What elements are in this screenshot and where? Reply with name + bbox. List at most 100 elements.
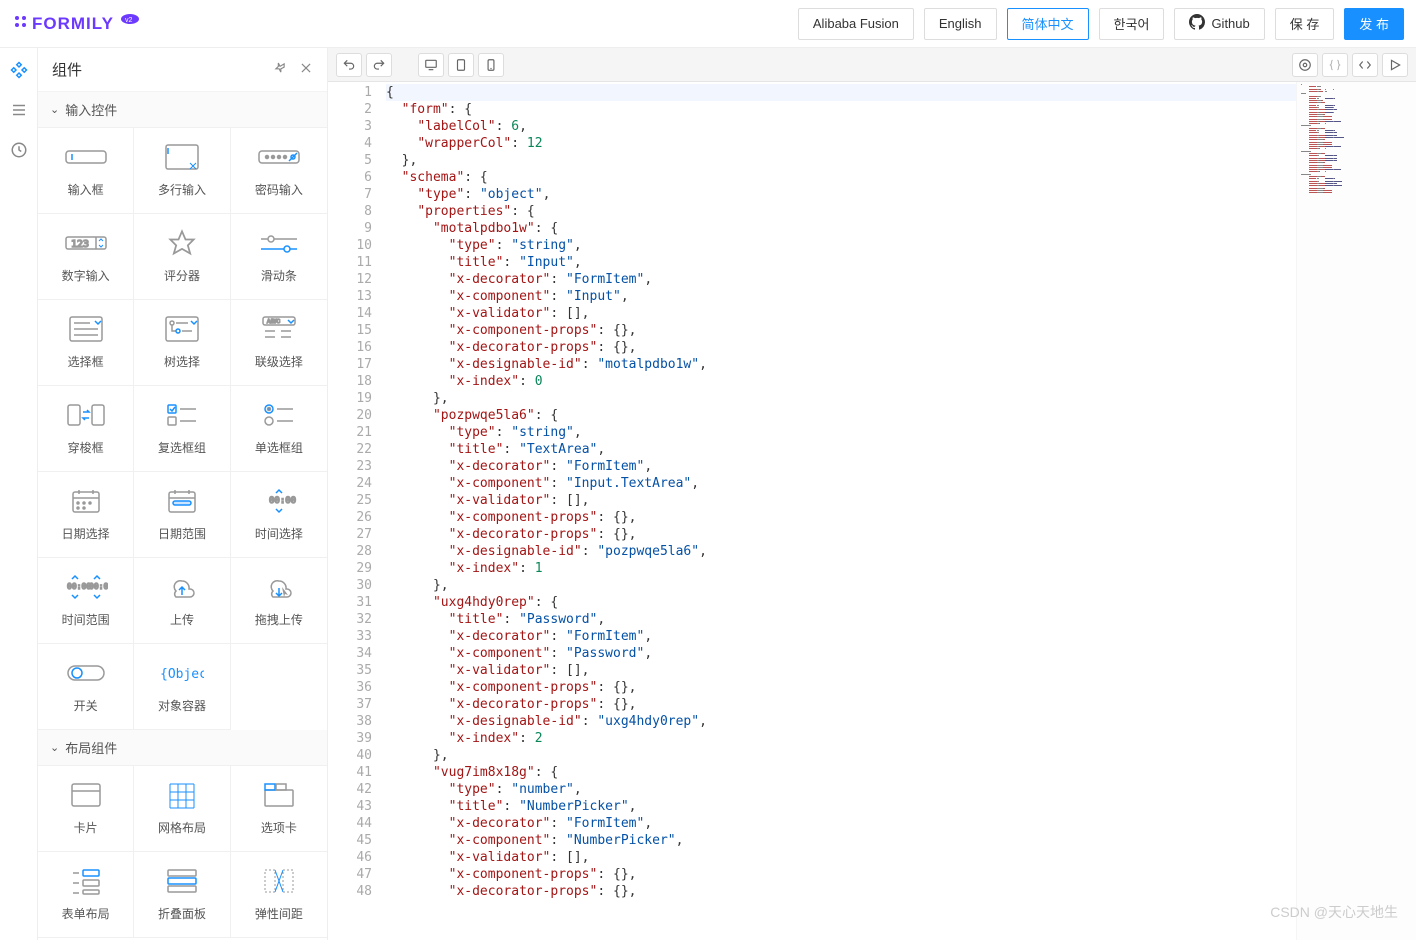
code-line[interactable]: "x-component-props": {}, xyxy=(386,322,1296,339)
code-line[interactable]: "wrapperCol": 12 xyxy=(386,135,1296,152)
component-cascader[interactable]: A/B/C联级选择 xyxy=(231,300,327,386)
code-line[interactable]: "x-designable-id": "pozpwqe5la6", xyxy=(386,543,1296,560)
code-line[interactable]: { xyxy=(386,84,1296,101)
component-date-range[interactable]: 日期范围 xyxy=(134,472,230,558)
component-number[interactable]: 123数字输入 xyxy=(38,214,134,300)
component-password[interactable]: 密码输入 xyxy=(231,128,327,214)
component-input[interactable]: 输入框 xyxy=(38,128,134,214)
rail-history-icon[interactable] xyxy=(9,140,29,160)
fusion-button[interactable]: Alibaba Fusion xyxy=(798,8,914,40)
code-editor[interactable]: 1234567891011121314151617181920212223242… xyxy=(328,82,1416,940)
publish-button[interactable]: 发 布 xyxy=(1344,8,1404,40)
code-content[interactable]: { "form": { "labelCol": 6, "wrapperCol":… xyxy=(386,82,1296,940)
rail-outline-icon[interactable] xyxy=(9,100,29,120)
code-line[interactable]: "pozpwqe5la6": { xyxy=(386,407,1296,424)
rail-components-icon[interactable] xyxy=(9,60,29,80)
code-line[interactable]: }, xyxy=(386,747,1296,764)
github-button[interactable]: Github xyxy=(1174,8,1264,40)
code-line[interactable]: "x-decorator-props": {}, xyxy=(386,526,1296,543)
pin-icon[interactable] xyxy=(273,61,287,79)
component-card[interactable]: 卡片 xyxy=(38,766,134,852)
component-radio-group[interactable]: 单选框组 xyxy=(231,386,327,472)
redo-button[interactable] xyxy=(366,53,392,77)
code-line[interactable]: }, xyxy=(386,577,1296,594)
lang-korean-button[interactable]: 한국어 xyxy=(1099,8,1165,40)
code-line[interactable]: }, xyxy=(386,390,1296,407)
logo[interactable]: FORMILY v2 xyxy=(12,11,142,37)
code-line[interactable]: "x-component": "Password", xyxy=(386,645,1296,662)
code-line[interactable]: "x-component": "NumberPicker", xyxy=(386,832,1296,849)
code-line[interactable]: "title": "NumberPicker", xyxy=(386,798,1296,815)
code-line[interactable]: "x-index": 0 xyxy=(386,373,1296,390)
code-line[interactable]: "x-decorator-props": {}, xyxy=(386,883,1296,900)
undo-button[interactable] xyxy=(336,53,362,77)
view-json-button[interactable] xyxy=(1322,53,1348,77)
lang-english-button[interactable]: English xyxy=(924,8,997,40)
code-line[interactable]: "x-component": "Input.TextArea", xyxy=(386,475,1296,492)
code-line[interactable]: "type": "object", xyxy=(386,186,1296,203)
code-line[interactable]: "uxg4hdy0rep": { xyxy=(386,594,1296,611)
code-line[interactable]: "type": "string", xyxy=(386,424,1296,441)
component-transfer[interactable]: 穿梭框 xyxy=(38,386,134,472)
code-line[interactable]: "x-component": "Input", xyxy=(386,288,1296,305)
code-line[interactable]: "properties": { xyxy=(386,203,1296,220)
component-popover[interactable]: 弹性间距 xyxy=(231,852,327,938)
code-line[interactable]: "x-index": 2 xyxy=(386,730,1296,747)
code-line[interactable]: "title": "TextArea", xyxy=(386,441,1296,458)
viewport-mobile-button[interactable] xyxy=(478,53,504,77)
code-line[interactable]: "x-validator": [], xyxy=(386,492,1296,509)
group-header[interactable]: ⌄输入控件 xyxy=(38,92,327,128)
component-time-picker[interactable]: 00:00时间选择 xyxy=(231,472,327,558)
code-line[interactable]: "title": "Password", xyxy=(386,611,1296,628)
code-line[interactable]: "x-decorator-props": {}, xyxy=(386,696,1296,713)
code-line[interactable]: "x-validator": [], xyxy=(386,849,1296,866)
component-object[interactable]: {Object}对象容器 xyxy=(134,644,230,730)
component-slider[interactable]: 滑动条 xyxy=(231,214,327,300)
code-line[interactable]: "x-index": 1 xyxy=(386,560,1296,577)
component-form-layout[interactable]: 表单布局 xyxy=(38,852,134,938)
code-line[interactable]: "type": "number", xyxy=(386,781,1296,798)
component-date-picker[interactable]: 日期选择 xyxy=(38,472,134,558)
view-design-button[interactable] xyxy=(1292,53,1318,77)
component-textarea[interactable]: 多行输入 xyxy=(134,128,230,214)
component-time-range[interactable]: 00:0000:00时间范围 xyxy=(38,558,134,644)
code-line[interactable]: "title": "Input", xyxy=(386,254,1296,271)
code-line[interactable]: "x-decorator": "FormItem", xyxy=(386,458,1296,475)
code-line[interactable]: "x-component-props": {}, xyxy=(386,866,1296,883)
component-tabs[interactable]: 选项卡 xyxy=(231,766,327,852)
component-rate[interactable]: 评分器 xyxy=(134,214,230,300)
code-line[interactable]: "schema": { xyxy=(386,169,1296,186)
component-select[interactable]: 选择框 xyxy=(38,300,134,386)
close-icon[interactable] xyxy=(299,61,313,79)
minimap[interactable] xyxy=(1296,82,1416,940)
code-line[interactable]: "x-component-props": {}, xyxy=(386,509,1296,526)
group-header[interactable]: ⌄布局组件 xyxy=(38,730,327,766)
code-line[interactable]: "vug7im8x18g": { xyxy=(386,764,1296,781)
component-tree-select[interactable]: 树选择 xyxy=(134,300,230,386)
component-checkbox-group[interactable]: 复选框组 xyxy=(134,386,230,472)
view-code-button[interactable] xyxy=(1352,53,1378,77)
viewport-tablet-button[interactable] xyxy=(448,53,474,77)
code-line[interactable]: "form": { xyxy=(386,101,1296,118)
code-line[interactable]: "motalpdbo1w": { xyxy=(386,220,1296,237)
component-collapse[interactable]: 折叠面板 xyxy=(134,852,230,938)
code-line[interactable]: }, xyxy=(386,152,1296,169)
component-switch[interactable]: 开关 xyxy=(38,644,134,730)
lang-zhcn-button[interactable]: 简体中文 xyxy=(1007,8,1089,40)
component-dragger-upload[interactable]: 拖拽上传 xyxy=(231,558,327,644)
code-line[interactable]: "x-designable-id": "uxg4hdy0rep", xyxy=(386,713,1296,730)
viewport-desktop-button[interactable] xyxy=(418,53,444,77)
code-line[interactable]: "x-validator": [], xyxy=(386,662,1296,679)
code-line[interactable]: "type": "string", xyxy=(386,237,1296,254)
code-line[interactable]: "x-component-props": {}, xyxy=(386,679,1296,696)
code-line[interactable]: "x-decorator": "FormItem", xyxy=(386,271,1296,288)
code-line[interactable]: "x-decorator": "FormItem", xyxy=(386,815,1296,832)
component-upload[interactable]: 上传 xyxy=(134,558,230,644)
code-line[interactable]: "x-decorator": "FormItem", xyxy=(386,628,1296,645)
save-button[interactable]: 保 存 xyxy=(1275,8,1335,40)
component-grid-layout[interactable]: 网格布局 xyxy=(134,766,230,852)
code-line[interactable]: "x-decorator-props": {}, xyxy=(386,339,1296,356)
code-line[interactable]: "x-designable-id": "motalpdbo1w", xyxy=(386,356,1296,373)
code-line[interactable]: "labelCol": 6, xyxy=(386,118,1296,135)
code-line[interactable]: "x-validator": [], xyxy=(386,305,1296,322)
